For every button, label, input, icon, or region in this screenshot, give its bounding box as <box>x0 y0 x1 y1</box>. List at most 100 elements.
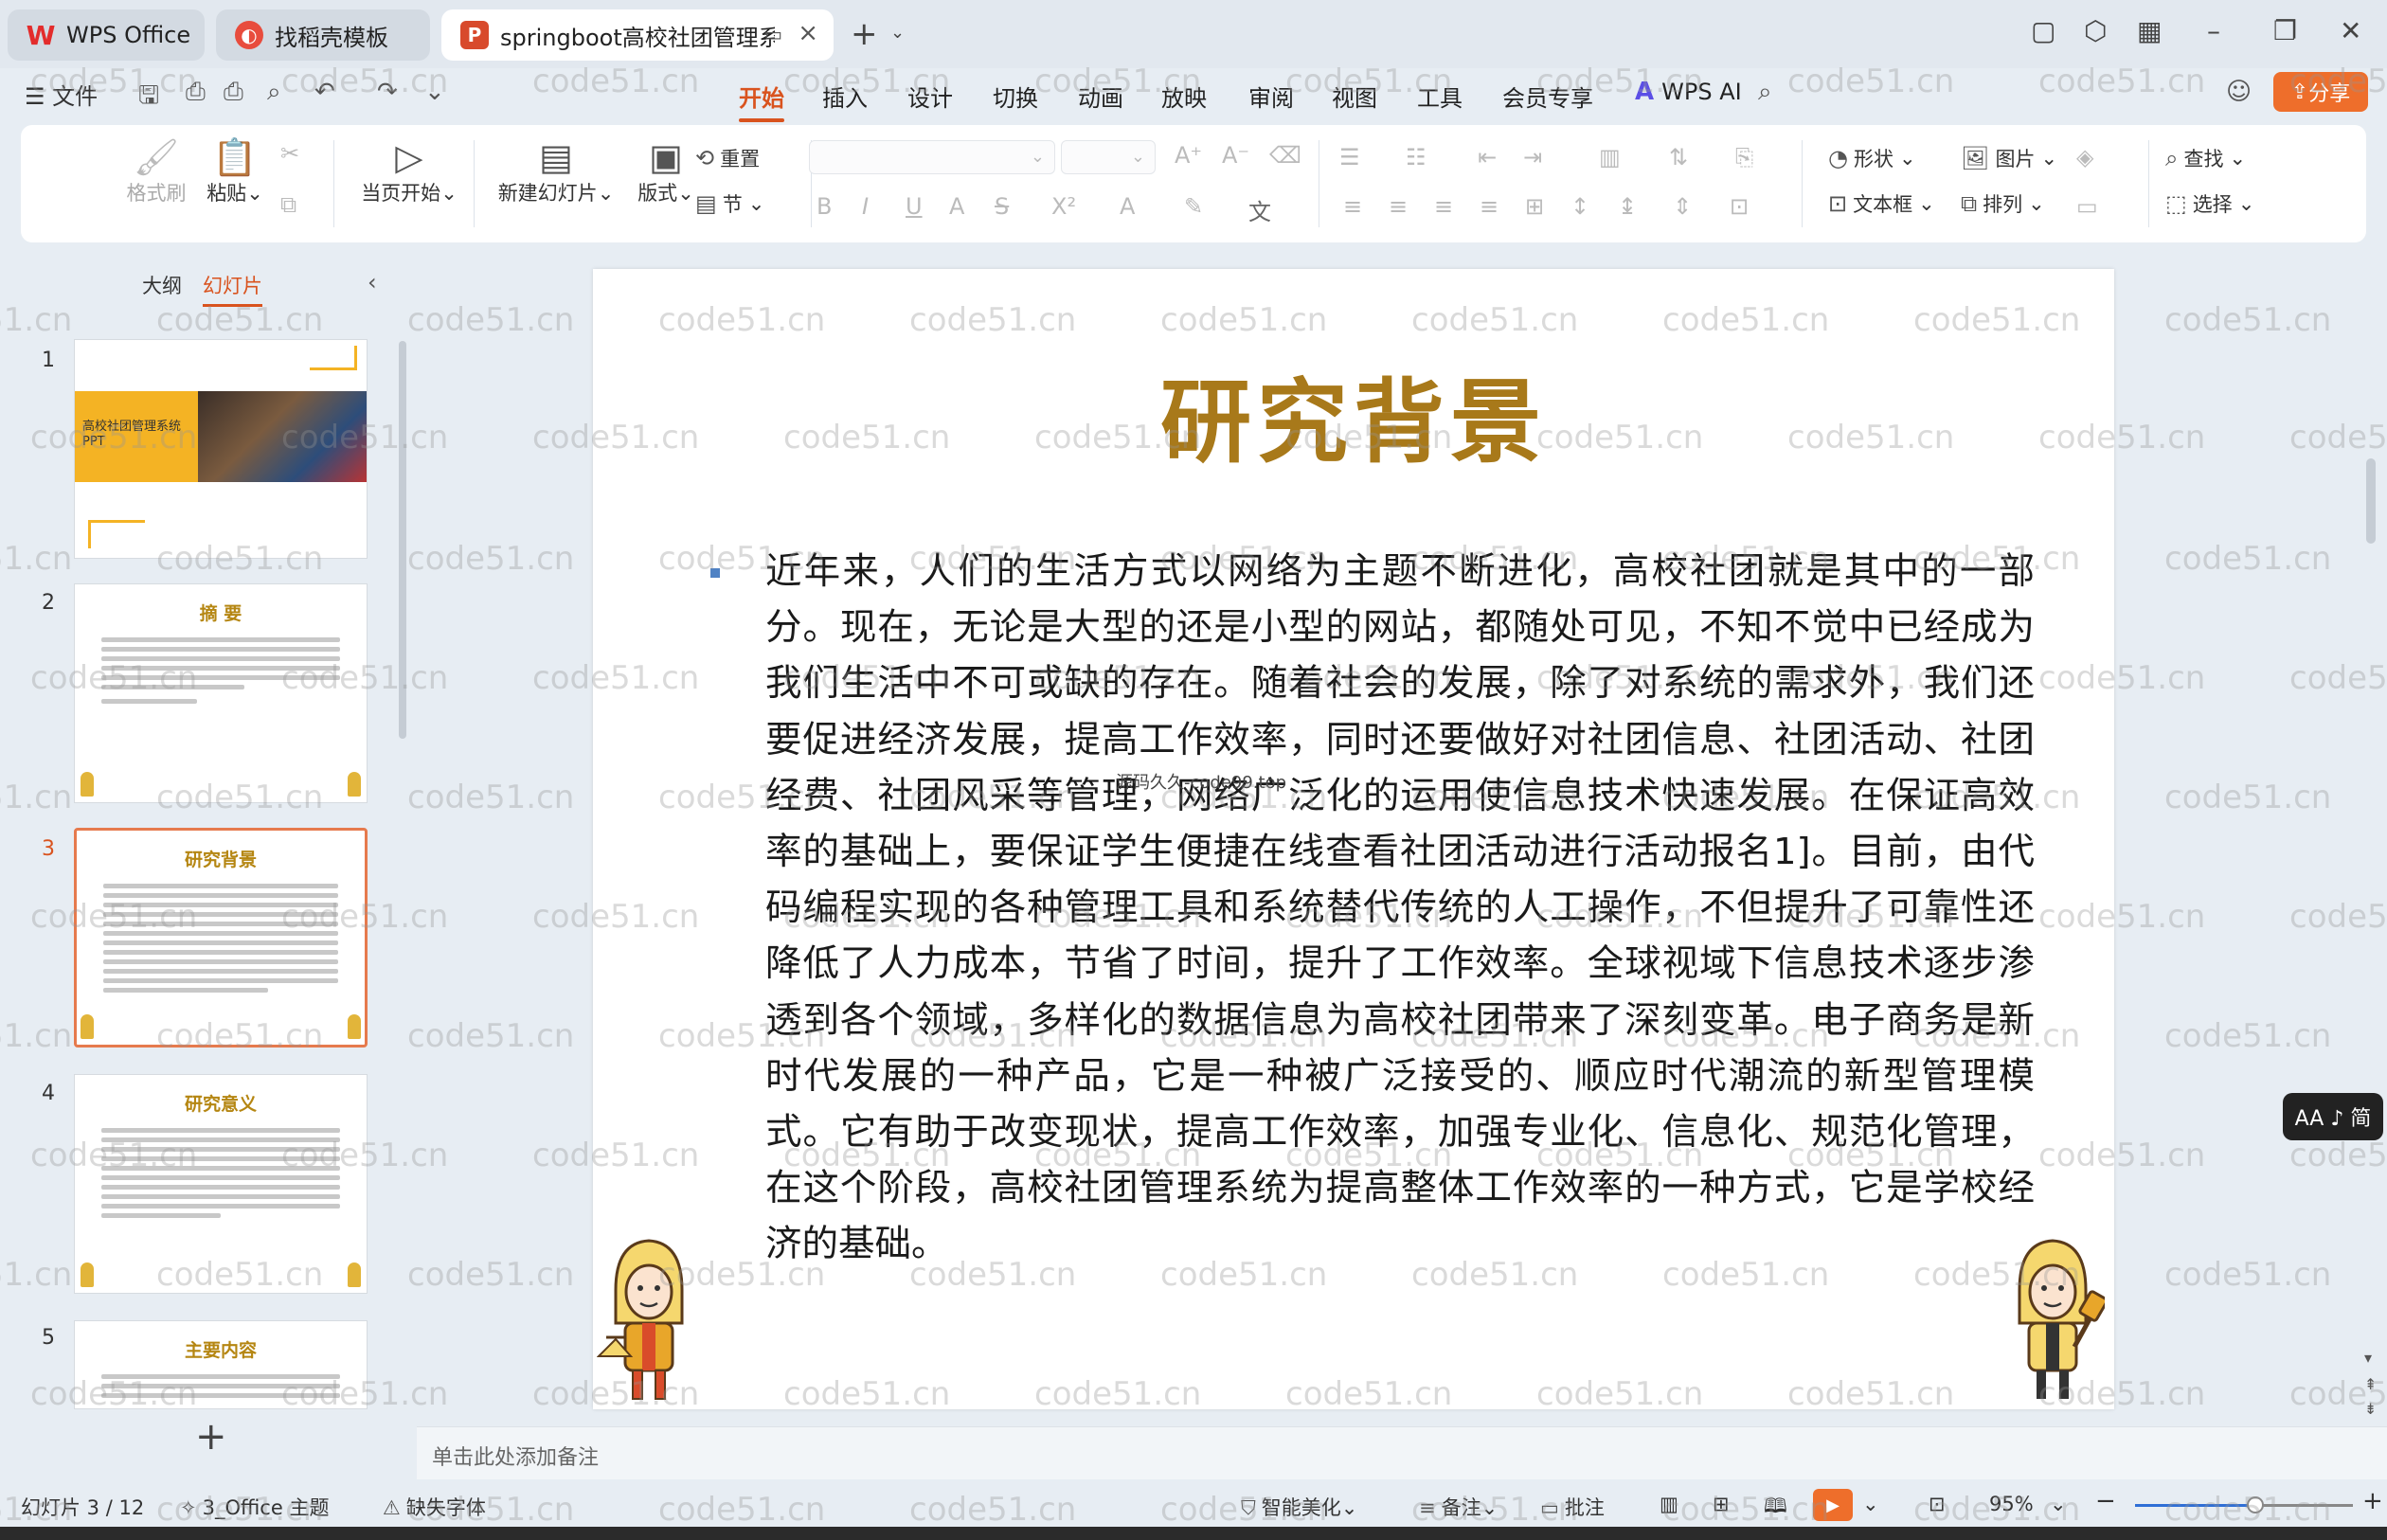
zoom-slider[interactable] <box>2135 1496 2353 1513</box>
outline-icon[interactable]: ▭ <box>2076 193 2098 220</box>
chat-icon[interactable]: ☺ <box>2226 78 2252 106</box>
slide-thumbnail-2[interactable]: 摘 要 <box>74 583 368 803</box>
text-shadow-icon[interactable]: A <box>949 193 964 220</box>
line-spacing-icon[interactable]: ↕ <box>1570 193 1589 220</box>
strikethrough-icon[interactable]: S <box>995 193 1009 220</box>
decrease-indent-icon[interactable]: ⇤ <box>1478 144 1497 170</box>
chevron-down-icon[interactable]: ⌄ <box>1862 1493 1879 1515</box>
tab-slideshow[interactable]: 放映 <box>1161 80 1207 113</box>
tab-outline[interactable]: 大纲 <box>142 271 182 299</box>
close-window-icon[interactable]: ✕ <box>2340 15 2361 46</box>
tab-transitions[interactable]: 切换 <box>993 80 1038 113</box>
restore-icon[interactable]: ❐ <box>2273 15 2297 46</box>
numbering-icon[interactable]: ☷ <box>1406 144 1427 170</box>
search-icon[interactable]: ⌕ <box>1758 78 1772 107</box>
tab-slides[interactable]: 幻灯片 <box>203 271 262 307</box>
wps-ai-button[interactable]: A WPS AI <box>1635 78 1742 106</box>
slide-title[interactable]: 研究背景 <box>593 349 2114 480</box>
format-painter-button[interactable]: 🖌 格式刷 <box>123 136 189 206</box>
fill-icon[interactable]: ◈ <box>2076 144 2093 170</box>
grid-view-icon[interactable]: ⊞ <box>1713 1493 1730 1515</box>
zoom-out-icon[interactable]: − <box>2095 1487 2116 1515</box>
share-button[interactable]: ⇪ 分享 <box>2273 72 2368 112</box>
minimize-icon[interactable]: – <box>2207 15 2220 46</box>
slide-thumbnail-5[interactable]: 主要内容 <box>74 1320 368 1409</box>
reset-button[interactable]: ⟲ 重置 <box>695 144 760 172</box>
next-slide-icon[interactable]: ⇟ <box>2364 1400 2377 1418</box>
paste-button[interactable]: 📋 粘贴⌄ <box>201 136 269 206</box>
tab-animations[interactable]: 动画 <box>1078 80 1123 113</box>
window-layout-icon[interactable]: ▢ <box>2031 15 2055 46</box>
slide-body-text[interactable]: 近年来，人们的生活方式以网络为主题不断进化，高校社团就是其中的一部分。现在，无论… <box>765 544 2035 1273</box>
fit-window-icon[interactable]: ⊡ <box>1929 1493 1946 1515</box>
chevron-down-icon[interactable]: ⌄ <box>2050 1493 2067 1515</box>
normal-view-icon[interactable]: ▥ <box>1660 1493 1678 1515</box>
close-tab-icon[interactable]: × <box>798 19 818 47</box>
increase-font-icon[interactable]: A⁺ <box>1175 142 1202 169</box>
export-icon[interactable]: ⎙ <box>186 78 206 107</box>
zoom-slider-handle[interactable] <box>2246 1496 2264 1513</box>
increase-indent-icon[interactable]: ⇥ <box>1523 144 1542 170</box>
tab-view[interactable]: 视图 <box>1332 80 1377 113</box>
tab-member[interactable]: 会员专享 <box>1502 80 1593 113</box>
highlight-icon[interactable]: ✎ <box>1184 193 1203 220</box>
new-tab-icon[interactable]: + <box>851 15 878 53</box>
tab-current-document[interactable]: P springboot高校社团管理系统 ▭ × <box>441 9 834 61</box>
select-button[interactable]: ⬚ 选择 ⌄ <box>2165 189 2254 218</box>
tab-tools[interactable]: 工具 <box>1417 80 1463 113</box>
copy-icon[interactable]: ⧉ <box>280 191 296 218</box>
zoom-level[interactable]: 95% <box>1989 1493 2034 1515</box>
convert-icon[interactable]: ⎘ <box>1735 144 1753 170</box>
smart-beautify-button[interactable]: ⛉ 智能美化⌄ <box>1241 1493 1357 1521</box>
scroll-down-icon[interactable]: ▾ <box>2364 1349 2372 1367</box>
play-from-current-button[interactable]: ▷ 当页开始⌄ <box>345 136 474 206</box>
file-menu[interactable]: ☰ 文件 <box>25 78 98 111</box>
theme-button[interactable]: ✧ 3_Office 主题 <box>180 1493 329 1521</box>
columns-icon[interactable]: ▥ <box>1599 144 1621 170</box>
tab-design[interactable]: 设计 <box>907 80 953 113</box>
font-color-icon[interactable]: A <box>1120 193 1135 220</box>
tab-daoke-templates[interactable]: ◐ 找稻壳模板 <box>216 9 430 61</box>
superscript-icon[interactable]: X² <box>1051 193 1076 220</box>
align-right-icon[interactable]: ≡ <box>1434 193 1453 220</box>
section-button[interactable]: ▤ 节 ⌄ <box>695 189 764 218</box>
distribute-icon[interactable]: ⊞ <box>1525 193 1544 220</box>
textbox-button[interactable]: ⊡ 文本框 ⌄ <box>1828 189 1935 218</box>
phonetic-icon[interactable]: 文 <box>1248 193 1271 226</box>
slide-thumbnail-1[interactable]: 高校社团管理系统 PPT <box>74 339 368 559</box>
sort-icon[interactable]: ⇅ <box>1669 144 1688 170</box>
save-icon[interactable]: 🖫 <box>138 78 159 119</box>
notes-pane[interactable]: 单击此处添加备注 <box>417 1426 2387 1479</box>
notes-button[interactable]: ≡ 备注⌄ <box>1419 1493 1498 1521</box>
clear-format-icon[interactable]: ⌫ <box>1269 142 1301 169</box>
tab-review[interactable]: 审阅 <box>1248 80 1294 113</box>
print-icon[interactable]: ⎙ <box>224 78 243 107</box>
print-preview-icon[interactable]: ⌕ <box>267 78 281 107</box>
chevron-down-icon[interactable]: ⌄ <box>890 23 905 43</box>
collapse-panel-icon[interactable]: ‹ <box>368 269 377 295</box>
cut-icon[interactable]: ✂ <box>280 140 299 167</box>
picture-button[interactable]: 🖼 图片 ⌄ <box>1961 144 2057 172</box>
bold-icon[interactable]: B <box>817 193 832 220</box>
tab-wps-office[interactable]: W WPS Office <box>8 9 205 61</box>
cube-icon[interactable]: ⬡ <box>2084 15 2107 46</box>
new-slide-button[interactable]: ▤ 新建幻灯片⌄ <box>485 136 627 206</box>
missing-font-button[interactable]: ⚠ 缺失字体 <box>383 1493 486 1521</box>
shape-button[interactable]: ◔ 形状 ⌄ <box>1828 144 1916 172</box>
italic-icon[interactable]: I <box>862 193 869 220</box>
arrange-button[interactable]: ⧉ 排列 ⌄ <box>1961 189 2045 218</box>
prev-slide-icon[interactable]: ⇞ <box>2364 1375 2377 1393</box>
align-left-icon[interactable]: ≡ <box>1343 193 1362 220</box>
align-center-icon[interactable]: ≡ <box>1389 193 1408 220</box>
tab-insert[interactable]: 插入 <box>822 80 868 113</box>
find-button[interactable]: ⌕ 查找 ⌄ <box>2165 144 2246 172</box>
font-size-select[interactable]: ⌄ <box>1061 140 1156 174</box>
paragraph-spacing-icon[interactable]: ↨ <box>1618 193 1637 220</box>
bullets-icon[interactable]: ☰ <box>1339 144 1360 170</box>
font-family-select[interactable]: ⌄ <box>809 140 1055 174</box>
justify-icon[interactable]: ≡ <box>1480 193 1499 220</box>
text-direction-icon[interactable]: ⇕ <box>1673 193 1692 220</box>
slide-thumbnail-4[interactable]: 研究意义 <box>74 1074 368 1294</box>
slide-thumbnail-3[interactable]: 研究背景 <box>74 828 368 1048</box>
underline-icon[interactable]: U <box>906 193 923 220</box>
